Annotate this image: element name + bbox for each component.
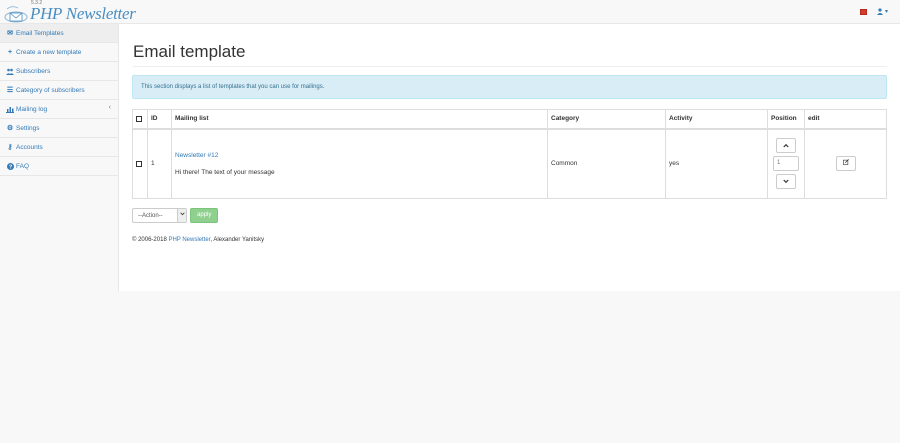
sidebar: ✉ Email Templates + Create a new templat…	[0, 24, 118, 176]
footer-link[interactable]: PHP Newsletter	[168, 237, 210, 243]
version-label: 5.3.2	[31, 0, 43, 6]
row-activity: yes	[665, 128, 768, 199]
col-id: ID	[147, 109, 172, 130]
envelope-logo-icon	[4, 6, 28, 23]
footer-author: , Alexander Yanitsky	[210, 237, 265, 243]
brand-logo[interactable]: PHP Newsletter	[4, 1, 136, 23]
sidebar-item-subscribers[interactable]: Subscribers	[0, 62, 118, 81]
chevron-up-icon	[783, 144, 789, 148]
info-alert: This section displays a list of template…	[132, 75, 887, 99]
col-category: Category	[547, 109, 666, 130]
apply-button[interactable]: apply	[190, 208, 219, 223]
col-activity: Activity	[665, 109, 768, 130]
col-mailing-list: Mailing list	[171, 109, 548, 130]
row-category: Common	[547, 128, 666, 199]
sidebar-item-label: Create a new template	[16, 48, 82, 56]
chevron-left-icon: ‹	[108, 104, 111, 111]
action-select[interactable]: --Action--	[132, 208, 187, 223]
brand-name: PHP Newsletter	[30, 4, 136, 23]
sidebar-item-label: Subscribers	[16, 67, 51, 75]
edit-button[interactable]	[835, 156, 856, 172]
template-body-text: Hi there! The text of your message	[175, 168, 275, 176]
sidebar-item-label: Settings	[16, 124, 40, 132]
select-all-checkbox[interactable]	[136, 115, 142, 122]
list-icon: ☰	[6, 87, 14, 94]
row-id: 1	[147, 128, 172, 199]
copyright-text: © 2006-2018	[132, 237, 169, 243]
envelope-icon: ✉	[7, 30, 13, 37]
row-edit-cell	[804, 128, 887, 199]
position-input[interactable]: 1	[773, 156, 799, 172]
user-menu-toggle[interactable]: ▾	[876, 8, 888, 15]
sidebar-item-label: Mailing log	[16, 105, 48, 113]
top-navbar: PHP Newsletter 5.3.2 ▾	[0, 0, 900, 24]
select-all-checkbox-cell	[132, 109, 148, 130]
sidebar-item-label: Email Templates	[16, 29, 64, 37]
table-row: 1 Newsletter #12 Hi there! The text of y…	[132, 128, 887, 199]
sidebar-item-label: FAQ	[16, 162, 30, 170]
template-link[interactable]: Newsletter #12	[175, 152, 544, 159]
action-select-value: --Action--	[138, 212, 163, 219]
edit-icon	[842, 159, 849, 166]
plus-icon: +	[7, 48, 13, 56]
row-position-cell: 1	[767, 128, 805, 199]
footer: © 2006-2018 PHP Newsletter, Alexander Ya…	[132, 237, 264, 243]
sidebar-item-mailing-log[interactable]: Mailing log ‹	[0, 100, 118, 119]
sidebar-item-category-subscribers[interactable]: ☰ Category of subscribers	[0, 81, 118, 100]
row-checkbox[interactable]	[136, 160, 142, 167]
row-checkbox-cell	[132, 128, 148, 199]
user-icon	[876, 8, 883, 15]
move-up-button[interactable]	[776, 138, 796, 154]
move-down-button[interactable]	[776, 174, 796, 190]
chevron-down-icon	[783, 179, 789, 184]
chart-icon	[6, 106, 14, 113]
sidebar-item-accounts[interactable]: ⚷ Accounts	[0, 138, 118, 157]
row-mailing-list-cell: Newsletter #12 Hi there! The text of you…	[171, 128, 548, 199]
question-icon: ?	[6, 162, 14, 170]
sidebar-item-settings[interactable]: ⚙ Settings	[0, 119, 118, 138]
sidebar-item-email-templates[interactable]: ✉ Email Templates	[0, 24, 118, 43]
gear-icon: ⚙	[6, 125, 14, 132]
divider	[133, 66, 887, 67]
sidebar-item-create-template[interactable]: + Create a new template	[0, 43, 118, 62]
sidebar-item-label: Accounts	[16, 143, 43, 151]
main-content: Email template This section displays a l…	[118, 24, 900, 291]
page-title: Email template	[133, 42, 246, 61]
sidebar-item-label: Category of subscribers	[16, 86, 85, 94]
key-icon: ⚷	[7, 144, 13, 151]
users-icon	[6, 68, 14, 75]
col-position: Position	[767, 109, 805, 130]
sidebar-item-faq[interactable]: ? FAQ	[0, 157, 118, 176]
templates-table: ID Mailing list Category Activity Positi…	[132, 109, 887, 199]
col-edit: edit	[804, 109, 887, 130]
bulk-actions: --Action-- apply	[132, 208, 219, 223]
language-flag-icon[interactable]	[859, 8, 867, 15]
chevron-down-icon: ▾	[884, 9, 888, 15]
table-header-row: ID Mailing list Category Activity Positi…	[132, 109, 887, 130]
chevron-down-icon	[177, 209, 186, 222]
